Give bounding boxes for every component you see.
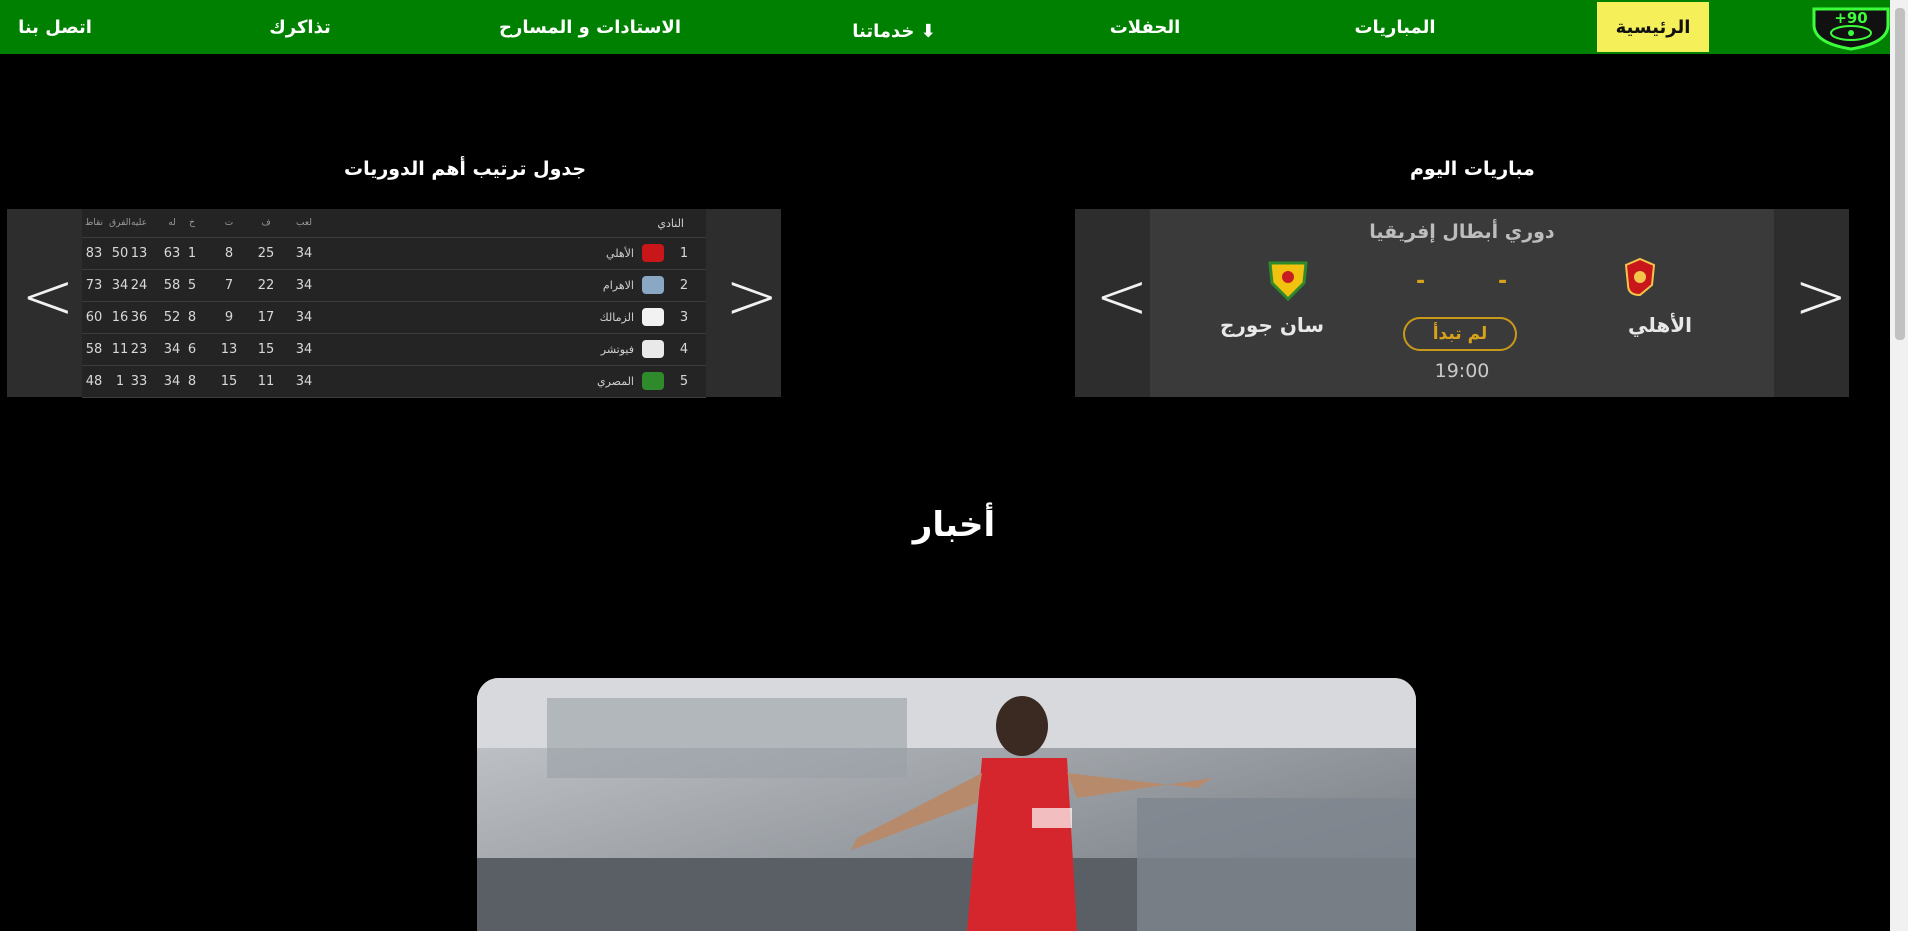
standings-rank: 5 <box>679 373 689 389</box>
logo-text: +90 <box>1834 9 1867 27</box>
standings-row: 5 المصري 34 11 15 8 34 33 1 48 <box>82 365 706 398</box>
standings-cell-points: 60 <box>85 309 103 325</box>
header-draw: ت <box>224 218 234 228</box>
nav-stadiums[interactable]: الاستادات و المسارح <box>499 0 681 54</box>
page-scrollbar-thumb[interactable] <box>1895 8 1905 340</box>
standings-rank: 1 <box>679 245 689 261</box>
standings-rank: 4 <box>679 341 689 357</box>
standings-cell-won: 22 <box>257 277 275 293</box>
header-played: لعب <box>296 218 312 228</box>
standings-rank: 2 <box>679 277 689 293</box>
team-badge-icon <box>642 308 664 326</box>
standings-row: 2 الاهرام 34 22 7 5 58 24 34 73 <box>82 269 706 302</box>
standings-cell-won: 15 <box>257 341 275 357</box>
standings-title: جدول ترتيب أهم الدوريات <box>344 158 587 180</box>
standings-cell-played: 34 <box>295 341 313 357</box>
standings-row: 4 فيوتشر 34 15 13 6 34 23 11 58 <box>82 333 706 366</box>
team-badge-icon <box>642 244 664 262</box>
standings-cell-draw: 15 <box>220 373 238 389</box>
home-team-name: الأهلي <box>1628 313 1693 337</box>
standings-row: 3 الزمالك 34 17 9 8 52 36 16 60 <box>82 301 706 334</box>
team-badge-icon <box>642 340 664 358</box>
away-team-crest-icon <box>1268 261 1308 301</box>
header-team: النادي <box>657 216 684 230</box>
match-next-arrow[interactable]: > <box>1794 265 1848 329</box>
standings-cell-for: 34 <box>163 341 181 357</box>
away-score: - <box>1416 269 1426 294</box>
header-won: ف <box>261 218 271 228</box>
match-status-badge: لم تبدأ <box>1403 317 1517 351</box>
standings-cell-won: 11 <box>257 373 275 389</box>
standings-rank: 3 <box>679 309 689 325</box>
standings-cell-draw: 9 <box>224 309 234 325</box>
standings-cell-draw: 8 <box>224 245 234 261</box>
standings-cell-points: 73 <box>85 277 103 293</box>
standings-cell-played: 34 <box>295 373 313 389</box>
news-title: أخبار <box>912 505 996 545</box>
standings-header-row: النادي لعب ف ت خ له عليه الفرق نقاط <box>82 209 706 238</box>
site-logo[interactable]: +90 <box>1808 3 1894 51</box>
standings-cell-played: 34 <box>295 309 313 325</box>
header-points: نقاط <box>84 218 104 228</box>
standings-cell-won: 17 <box>257 309 275 325</box>
standings-cell-points: 83 <box>85 245 103 261</box>
header-for: له <box>168 218 176 228</box>
team-badge-icon <box>642 276 664 294</box>
standings-team-name: الأهلي <box>606 246 634 260</box>
team-badge-icon <box>642 372 664 390</box>
standings-cell-played: 34 <box>295 277 313 293</box>
league-name: دوري أبطال إفريقيا <box>1369 221 1555 243</box>
standings-cell-for: 63 <box>163 245 181 261</box>
nav-tickets[interactable]: تذاكرك <box>260 0 340 54</box>
top-nav: الرئيسية المباريات الحفلات خدماتنا ⬇ الا… <box>0 0 1890 54</box>
standings-cell-points: 58 <box>85 341 103 357</box>
standings-cell-for: 52 <box>163 309 181 325</box>
away-team-name: سان جورج <box>1220 313 1325 337</box>
nav-contact[interactable]: اتصل بنا <box>10 0 100 54</box>
nav-concerts[interactable]: الحفلات <box>1090 0 1200 54</box>
home-score: - <box>1498 269 1508 294</box>
news-image <box>477 678 1416 931</box>
standings-row: 1 الأهلي 34 25 8 1 63 13 50 83 <box>82 237 706 270</box>
standings-cell-draw: 7 <box>224 277 234 293</box>
standings-prev-arrow[interactable]: < <box>21 265 75 329</box>
standings-cell-draw: 13 <box>220 341 238 357</box>
match-carousel: < > دوري أبطال إفريقيا - - الأهلي سان جو… <box>1075 209 1849 397</box>
home-team-crest-icon <box>1624 257 1656 297</box>
match-time: 19:00 <box>1434 360 1490 382</box>
nav-home[interactable]: الرئيسية <box>1597 2 1709 52</box>
match-prev-arrow[interactable]: < <box>1095 265 1149 329</box>
nav-matches[interactable]: المباريات <box>1340 0 1450 54</box>
standings-team-name: المصري <box>597 374 634 388</box>
standings-next-arrow[interactable]: > <box>725 265 779 329</box>
news-card[interactable] <box>477 678 1416 931</box>
standings-cell-points: 48 <box>85 373 103 389</box>
standings-cell-played: 34 <box>295 245 313 261</box>
standings-cell-for: 58 <box>163 277 181 293</box>
nav-services-dropdown[interactable]: خدماتنا ⬇ <box>834 4 954 58</box>
standings-team-name: الاهرام <box>602 278 634 292</box>
standings-team-name: فيوتشر <box>600 342 634 356</box>
standings-table: النادي لعب ف ت خ له عليه الفرق نقاط 1 الأ… <box>82 209 706 398</box>
match-card[interactable]: دوري أبطال إفريقيا - - الأهلي سان جورج ل… <box>1150 209 1774 397</box>
standings-team-name: الزمالك <box>599 310 634 324</box>
standings-carousel: < > النادي لعب ف ت خ له عليه الفرق نقاط … <box>7 209 781 398</box>
standings-cell-won: 25 <box>257 245 275 261</box>
matches-title: مباريات اليوم <box>1410 158 1535 180</box>
standings-cell-for: 34 <box>163 373 181 389</box>
